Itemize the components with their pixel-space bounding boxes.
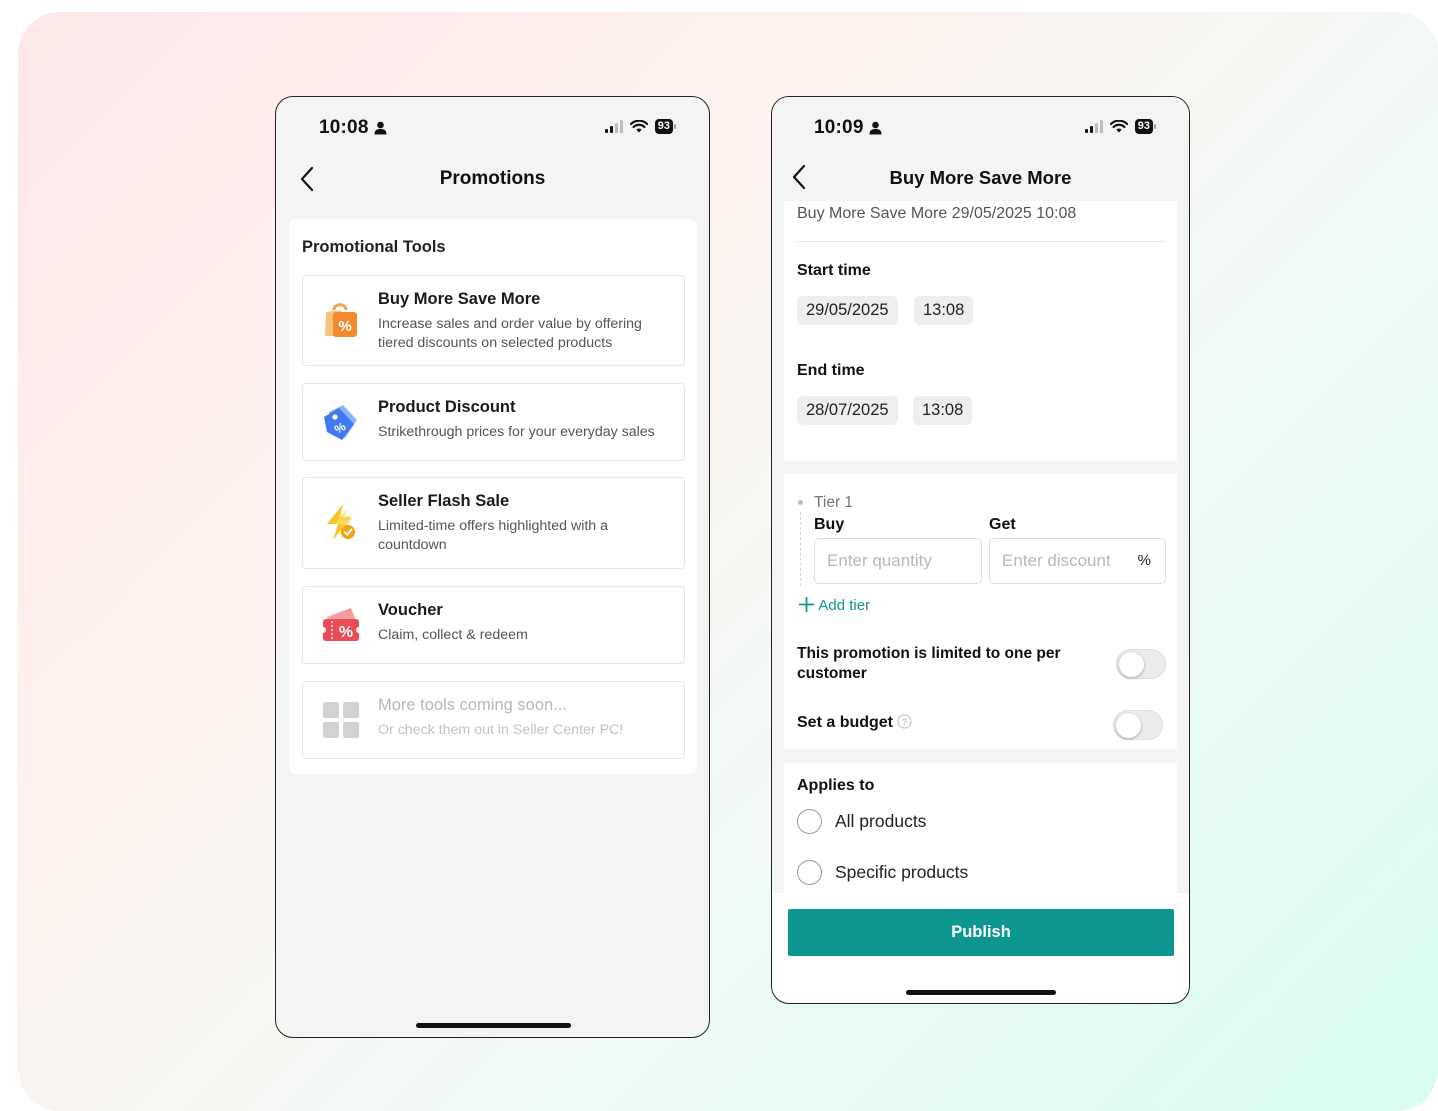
tool-description: Increase sales and order value by offeri…	[378, 316, 642, 351]
status-bar: 10:08 93	[276, 117, 709, 141]
time-section: Buy More Save More 29/05/2025 10:08 Star…	[784, 201, 1177, 461]
end-time-chip[interactable]: 13:08	[913, 396, 973, 425]
specific-products-label[interactable]: Specific products	[835, 862, 968, 883]
home-indicator[interactable]	[906, 990, 1056, 995]
wifi-icon	[1109, 120, 1128, 133]
tier-section: Tier 1 Buy Get % Add tier This promotion…	[784, 474, 1177, 749]
start-date-chip[interactable]: 29/05/2025	[797, 296, 898, 325]
signal-icon	[1084, 120, 1103, 133]
svg-text:?: ?	[902, 717, 908, 727]
home-indicator[interactable]	[416, 1023, 571, 1028]
tool-seller-flash-sale[interactable]: Seller Flash Sale Limited-time offers hi…	[302, 477, 685, 569]
person-icon	[374, 121, 387, 135]
tool-description: Claim, collect & redeem	[378, 627, 528, 643]
buy-label: Buy	[814, 516, 845, 533]
publish-button[interactable]: Publish	[788, 909, 1174, 956]
end-time-label: End time	[797, 362, 865, 379]
status-time: 10:09	[814, 117, 882, 139]
section-title: Promotional Tools	[302, 238, 446, 256]
wifi-icon	[629, 120, 648, 133]
promotional-tools-card: Promotional Tools % Buy More Save More I…	[289, 219, 697, 774]
background-canvas	[18, 12, 1438, 1111]
limit-toggle[interactable]	[1116, 649, 1166, 679]
plus-icon	[799, 597, 814, 612]
quantity-input[interactable]	[827, 551, 947, 571]
specific-products-radio[interactable]	[797, 860, 822, 885]
budget-toggle[interactable]	[1113, 710, 1163, 740]
tool-description: Strikethrough prices for your everyday s…	[378, 424, 655, 440]
promotions-screen: 10:08 93 Promotions Promotional Tools % …	[275, 96, 710, 1038]
budget-label-row: Set a budget ?	[797, 714, 913, 732]
add-tier-button[interactable]: Add tier	[798, 596, 870, 614]
discount-input[interactable]	[1002, 551, 1122, 571]
tool-description: Or check them out in Seller Center PC!	[378, 722, 624, 738]
status-time: 10:08	[319, 117, 387, 139]
signal-icon	[604, 120, 623, 133]
tier-dot	[798, 500, 803, 505]
tool-voucher[interactable]: % Voucher Claim, collect & redeem	[302, 586, 685, 664]
price-tag-percent-icon: %	[324, 405, 357, 440]
percent-suffix: %	[1137, 552, 1151, 569]
end-date-chip[interactable]: 28/07/2025	[797, 396, 898, 425]
nav-bar: Promotions	[276, 159, 709, 199]
lightning-check-icon	[327, 504, 355, 540]
applies-to-label: Applies to	[797, 777, 875, 794]
discount-field[interactable]: %	[989, 538, 1166, 584]
voucher-ticket-icon: %	[321, 608, 361, 641]
applies-to-section: Applies to All products Specific product…	[784, 763, 1177, 893]
get-label: Get	[989, 516, 1016, 533]
tool-buy-more-save-more[interactable]: % Buy More Save More Increase sales and …	[302, 275, 685, 366]
buy-more-save-more-screen: 10:09 93 Buy More Save More Buy More Sav…	[771, 96, 1190, 1004]
start-time-chip[interactable]: 13:08	[914, 296, 974, 325]
budget-label: Set a budget	[797, 714, 894, 731]
tool-name: Voucher	[378, 601, 443, 619]
limit-label: This promotion is limited to one per cus…	[797, 645, 1061, 682]
person-icon	[869, 121, 882, 135]
tool-description: Limited-time offers highlighted with a c…	[378, 518, 609, 553]
battery-icon: 93	[1134, 119, 1157, 134]
all-products-radio[interactable]	[797, 809, 822, 834]
divider	[797, 241, 1166, 242]
all-products-label[interactable]: All products	[835, 811, 926, 832]
quantity-field[interactable]	[814, 538, 982, 584]
promotion-name[interactable]: Buy More Save More 29/05/2025 10:08	[797, 205, 1076, 223]
grid-icon	[323, 702, 359, 738]
status-bar: 10:09 93	[772, 117, 1189, 141]
header-area: 10:09 93 Buy More Save More	[772, 97, 1189, 201]
form-scroll-area[interactable]: Buy More Save More 29/05/2025 10:08 Star…	[772, 201, 1189, 893]
tool-name: Buy More Save More	[378, 290, 541, 308]
tool-name: Seller Flash Sale	[378, 492, 510, 510]
tool-name: More tools coming soon...	[378, 696, 567, 714]
start-time-label: Start time	[797, 262, 871, 279]
page-title: Promotions	[439, 168, 546, 189]
shopping-bag-percent-icon: %	[325, 303, 357, 337]
tool-name: Product Discount	[378, 398, 516, 416]
tier-line	[800, 512, 801, 586]
page-title: Buy More Save More	[889, 167, 1072, 188]
tier-label: Tier 1	[814, 494, 854, 511]
tool-product-discount[interactable]: % Product Discount Strikethrough prices …	[302, 383, 685, 461]
nav-bar: Buy More Save More	[772, 157, 1189, 197]
svg-text:%: %	[339, 624, 353, 641]
svg-text:%: %	[338, 318, 351, 335]
help-icon[interactable]: ?	[897, 714, 913, 729]
add-tier-label: Add tier	[818, 597, 871, 614]
tool-more-coming-soon: More tools coming soon... Or check them …	[302, 681, 685, 759]
battery-icon: 93	[654, 119, 677, 134]
